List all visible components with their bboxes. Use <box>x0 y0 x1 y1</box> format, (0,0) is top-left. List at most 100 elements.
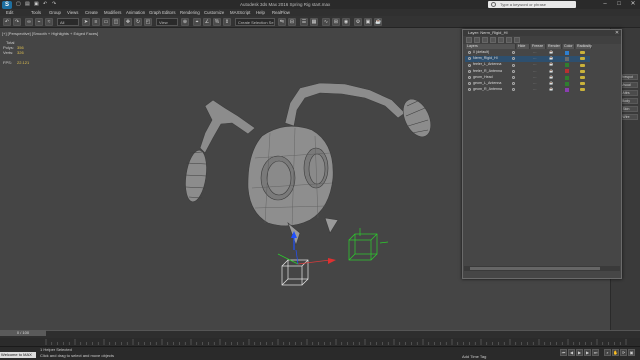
link-icon[interactable]: ∞ <box>25 18 33 26</box>
left-antenna-mesh[interactable] <box>182 99 256 203</box>
pan-icon[interactable]: ✋ <box>612 349 619 356</box>
selection-filter-dropdown[interactable]: All <box>57 18 79 26</box>
named-selection-dropdown[interactable]: Create Selection Se <box>235 18 275 26</box>
highlight-layer-icon[interactable] <box>498 37 504 43</box>
menu-maxscript[interactable]: MAXScript <box>230 10 250 15</box>
layer-freeze-toggle[interactable]: --- <box>533 75 537 81</box>
column-header-hide[interactable]: Hide <box>517 44 530 49</box>
new-file-icon[interactable]: ▢ <box>16 1 21 7</box>
layer-color-swatch[interactable] <box>565 69 569 74</box>
layer-color-swatch[interactable] <box>565 50 569 55</box>
layer-freeze-toggle[interactable]: --- <box>533 50 537 56</box>
scale-icon[interactable]: ◰ <box>144 18 152 26</box>
save-icon[interactable]: ▣ <box>34 1 39 7</box>
menu-create[interactable]: Create <box>85 10 98 15</box>
layer-row[interactable]: feeler_R_Antenna --- ☕ <box>465 69 590 75</box>
move-icon[interactable]: ✥ <box>124 18 132 26</box>
green-helper[interactable] <box>348 228 389 261</box>
layer-active-icon[interactable] <box>468 88 471 92</box>
menu-graph-editors[interactable]: Graph Editors <box>149 10 176 15</box>
reference-coordinate-dropdown[interactable]: View <box>156 18 178 26</box>
layer-manager-icon[interactable]: ☰ <box>300 18 308 26</box>
layer-render-toggle[interactable]: ☕ <box>549 81 553 87</box>
layer-color-swatch[interactable] <box>565 56 569 61</box>
hide-all-icon[interactable] <box>506 37 512 43</box>
menu-animation[interactable]: Animation <box>126 10 145 15</box>
zoom-icon[interactable]: ⌕ <box>604 349 611 356</box>
add-to-layer-icon[interactable] <box>482 37 488 43</box>
percent-snap-icon[interactable]: % <box>213 18 221 26</box>
viewport-label-menu[interactable]: [+] [Perspective] [Smooth + Highlights +… <box>2 31 98 36</box>
layer-active-icon[interactable] <box>468 63 471 67</box>
previous-frame-icon[interactable]: ◀ <box>568 349 575 356</box>
undo-icon[interactable]: ↶ <box>3 18 11 26</box>
play-icon[interactable]: ▶ <box>576 349 583 356</box>
layer-freeze-toggle[interactable]: --- <box>533 56 537 62</box>
layer-render-toggle[interactable]: ☕ <box>549 87 553 93</box>
menu-customize[interactable]: Customize <box>204 10 224 15</box>
layer-hide-toggle[interactable] <box>512 76 515 80</box>
column-header-layers[interactable]: Layers <box>466 44 516 49</box>
orbit-icon[interactable]: ⟳ <box>620 349 627 356</box>
redo-icon[interactable]: ↷ <box>13 18 21 26</box>
maxscript-listener[interactable]: Welcome to MAX <box>0 352 36 358</box>
layer-color-swatch[interactable] <box>565 63 569 68</box>
create-layer-icon[interactable] <box>466 37 472 43</box>
render-teapot-icon[interactable]: ☕ <box>374 18 382 26</box>
maximize-button[interactable]: □ <box>612 1 626 8</box>
layer-row[interactable]: Nerm_Rigid_HI --- ☕ <box>465 56 590 62</box>
align-icon[interactable]: ⊟ <box>288 18 296 26</box>
layer-color-swatch[interactable] <box>565 75 569 80</box>
layer-row[interactable]: geom_L_Antenna --- ☕ <box>465 81 590 87</box>
layer-radiosity-icon[interactable] <box>580 88 585 92</box>
layer-freeze-toggle[interactable]: --- <box>533 62 537 68</box>
layer-radiosity-icon[interactable] <box>580 63 585 67</box>
app-logo-icon[interactable]: S <box>2 1 12 9</box>
menu-realflow[interactable]: RealFlow <box>272 10 290 15</box>
snap-icon[interactable]: ⌖ <box>193 18 201 26</box>
add-time-tag-button[interactable]: Add Time Tag <box>462 354 486 359</box>
rotate-icon[interactable]: ↻ <box>134 18 142 26</box>
layer-hide-toggle[interactable] <box>512 88 515 92</box>
window-crossing-icon[interactable]: ◫ <box>112 18 120 26</box>
layer-radiosity-icon[interactable] <box>580 75 585 79</box>
pivot-icon[interactable]: ⊕ <box>181 18 189 26</box>
layer-radiosity-icon[interactable] <box>580 51 585 55</box>
layer-row[interactable]: geom_Head --- ☕ <box>465 75 590 81</box>
layer-render-toggle[interactable]: ☕ <box>549 50 553 56</box>
angle-snap-icon[interactable]: ∠ <box>203 18 211 26</box>
layer-row[interactable]: geom_R_Antenna --- ☕ <box>465 87 590 93</box>
layer-render-toggle[interactable]: ☕ <box>549 56 553 62</box>
column-header-radiosity[interactable]: Radiosity <box>576 44 592 49</box>
layer-color-swatch[interactable] <box>565 87 569 92</box>
layer-hide-toggle[interactable] <box>512 69 515 73</box>
layer-hide-toggle[interactable] <box>512 51 515 55</box>
trackbar[interactable] <box>0 338 640 346</box>
bind-space-warp-icon[interactable]: ≈ <box>45 18 53 26</box>
layer-active-icon[interactable] <box>468 51 471 55</box>
layer-hide-toggle[interactable] <box>512 63 515 67</box>
freeze-all-icon[interactable] <box>514 37 520 43</box>
column-header-freeze[interactable]: Freeze <box>531 44 546 49</box>
go-to-start-icon[interactable]: ⏮ <box>560 349 567 356</box>
layer-hide-toggle[interactable] <box>512 82 515 86</box>
undo-icon[interactable]: ↶ <box>43 1 47 7</box>
minimize-button[interactable]: – <box>598 1 612 8</box>
select-objects-icon[interactable] <box>490 37 496 43</box>
layer-render-toggle[interactable]: ☕ <box>549 62 553 68</box>
next-frame-icon[interactable]: ▶ <box>584 349 591 356</box>
render-setup-icon[interactable]: ⚙ <box>354 18 362 26</box>
layer-color-swatch[interactable] <box>565 81 569 86</box>
select-by-name-icon[interactable]: ≡ <box>92 18 100 26</box>
layer-row[interactable]: 0 (default) --- ☕ <box>465 50 590 56</box>
timeline[interactable] <box>0 330 640 338</box>
column-header-render[interactable]: Render <box>547 44 562 49</box>
layer-active-icon[interactable] <box>468 76 471 80</box>
time-slider[interactable]: 0 / 100 <box>0 330 46 336</box>
menu-modifiers[interactable]: Modifiers <box>104 10 121 15</box>
search-input[interactable]: Type a keyword or phrase <box>488 1 576 8</box>
material-editor-icon[interactable]: ◉ <box>342 18 350 26</box>
menu-tools[interactable]: Tools <box>31 10 41 15</box>
unlink-icon[interactable]: ⌁ <box>35 18 43 26</box>
menu-rendering[interactable]: Rendering <box>180 10 200 15</box>
